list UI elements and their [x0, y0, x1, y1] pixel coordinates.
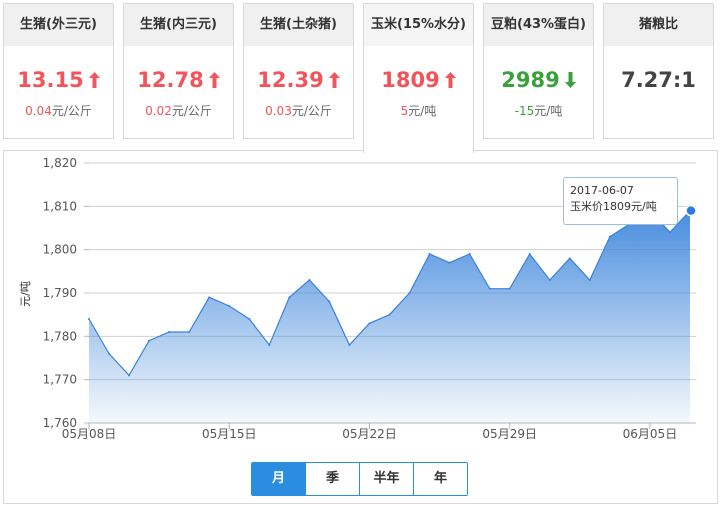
card-change: 0.02元/公斤 [124, 102, 233, 119]
data-point [308, 279, 311, 281]
arrow-up-icon [88, 72, 100, 88]
data-point [468, 253, 471, 255]
data-point [148, 339, 151, 342]
period-selector: 月季半年年 [251, 462, 468, 496]
data-point [248, 318, 251, 320]
x-tick-label: 05月22日 [342, 427, 397, 441]
data-point [388, 313, 391, 316]
y-tick-label: 1,780 [43, 329, 77, 343]
y-tick-label: 1,770 [43, 373, 77, 387]
arrow-up-icon [328, 72, 340, 88]
price-card-5[interactable]: 猪粮比 7.27:1 [603, 3, 714, 139]
period-button-1[interactable]: 季 [305, 463, 359, 495]
y-tick-label: 1,810 [43, 199, 77, 213]
data-point [588, 279, 591, 281]
card-value-text: 13.15 [17, 68, 84, 92]
y-tick-label: 1,800 [43, 243, 77, 257]
price-card-2[interactable]: 生猪(土杂猪) 12.39 0.03元/公斤 [243, 3, 354, 139]
data-point [568, 257, 571, 260]
data-point [188, 331, 191, 333]
card-change-value: 0.04 [25, 104, 52, 118]
card-title: 生猪(外三元) [4, 4, 113, 46]
card-change-unit: 元/吨 [534, 104, 563, 118]
data-point [288, 296, 291, 299]
price-card-1[interactable]: 生猪(内三元) 12.78 0.02元/公斤 [123, 3, 234, 139]
card-value: 13.15 [4, 66, 113, 94]
price-card-0[interactable]: 生猪(外三元) 13.15 0.04元/公斤 [3, 3, 114, 139]
y-tick-label: 1,790 [43, 286, 77, 300]
y-axis-label: 元/吨 [19, 281, 32, 307]
card-title: 生猪(土杂猪) [244, 4, 353, 46]
arrow-up-icon [208, 72, 220, 88]
x-tick-label: 05月29日 [482, 427, 537, 441]
card-title: 生猪(内三元) [124, 4, 233, 46]
data-point [548, 279, 551, 281]
card-change-value: 0.02 [145, 104, 172, 118]
card-value-text: 2989 [501, 68, 560, 92]
arrow-down-icon [564, 72, 576, 88]
data-point [228, 305, 231, 307]
data-point [368, 322, 371, 325]
period-button-2[interactable]: 半年 [359, 463, 413, 495]
card-value-text: 12.78 [137, 68, 204, 92]
card-value: 2989 [484, 66, 593, 94]
card-change: 5元/吨 [364, 102, 473, 119]
x-tick-label: 05月15日 [202, 427, 257, 441]
card-change-unit: 元/公斤 [171, 104, 212, 118]
card-value-text: 7.27:1 [621, 68, 696, 92]
data-point [488, 287, 491, 290]
data-point [168, 331, 171, 333]
card-value-text: 12.39 [257, 68, 324, 92]
data-point [428, 253, 431, 255]
data-point [128, 374, 131, 377]
card-value: 1809 [364, 66, 473, 94]
data-point [88, 318, 90, 320]
card-change-unit: 元/吨 [408, 104, 437, 118]
data-point [268, 344, 271, 346]
tooltip-date: 2017-06-07 [570, 184, 634, 197]
data-point [108, 352, 111, 355]
period-button-3[interactable]: 年 [413, 463, 467, 495]
x-tick-label: 06月05日 [623, 427, 678, 441]
card-change-unit: 元/公斤 [51, 104, 92, 118]
y-tick-label: 1,820 [43, 156, 77, 170]
tooltip-value: 玉米价1809元/吨 [570, 200, 657, 213]
card-title: 玉米(15%水分) [364, 4, 473, 46]
data-point [448, 261, 451, 264]
card-change-value: 0.03 [265, 104, 292, 118]
y-tick-label: 1,760 [43, 416, 77, 430]
price-card-4[interactable]: 豆粕(43%蛋白) 2989 -15元/吨 [483, 3, 594, 139]
card-change: -15元/吨 [484, 102, 593, 119]
data-point [508, 287, 511, 290]
card-title: 猪粮比 [604, 4, 713, 46]
data-point [668, 231, 671, 234]
data-point [408, 292, 411, 294]
arrow-up-icon [444, 72, 456, 88]
card-value: 12.78 [124, 66, 233, 94]
data-point [608, 235, 611, 238]
card-value: 12.39 [244, 66, 353, 94]
card-change: 0.04元/公斤 [4, 102, 113, 119]
card-value-text: 1809 [381, 68, 440, 92]
period-button-0[interactable]: 月 [252, 463, 305, 495]
data-point [348, 344, 351, 346]
card-change: 0.03元/公斤 [244, 102, 353, 119]
card-title: 豆粕(43%蛋白) [484, 4, 593, 46]
data-point [208, 296, 211, 299]
data-point [528, 253, 531, 255]
highlighted-point[interactable] [685, 204, 697, 217]
card-value: 7.27:1 [604, 66, 713, 94]
price-card-3[interactable]: 玉米(15%水分) 1809 5元/吨 [363, 3, 474, 153]
series-area [89, 210, 690, 423]
card-change-value: -15 [514, 104, 535, 118]
card-change-unit: 元/公斤 [291, 104, 332, 118]
data-point [328, 300, 331, 303]
chart-tooltip: 2017-06-07 玉米价1809元/吨 [563, 177, 678, 225]
